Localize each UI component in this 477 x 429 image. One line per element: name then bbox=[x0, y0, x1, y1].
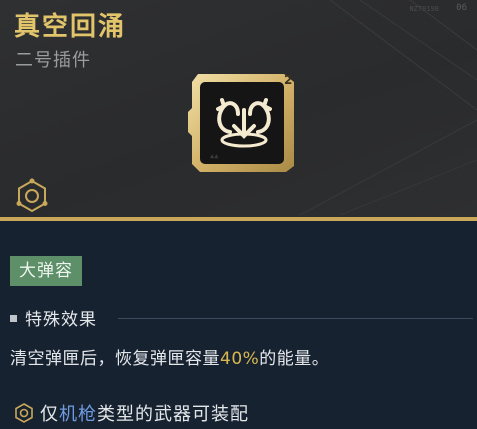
ammo-capacity-tag: 大弹容 bbox=[10, 256, 82, 286]
rank-badge: 2 bbox=[284, 73, 293, 87]
plugin-detail-card: NZT0198 06 真空回涌 二号插件 ▲▲ 2 大弹容 特殊效果 清空弹匣后… bbox=[0, 0, 477, 429]
weapon-type: 机枪 bbox=[59, 404, 97, 425]
header-number: 06 bbox=[456, 3, 467, 13]
restriction-prefix: 仅 bbox=[40, 404, 59, 425]
plugin-card-frame: ▲▲ bbox=[188, 74, 294, 172]
weapon-restriction-icon bbox=[15, 403, 33, 423]
plugin-header: NZT0198 06 真空回涌 二号插件 ▲▲ 2 bbox=[0, 0, 477, 220]
plugin-name: 真空回涌 bbox=[14, 12, 127, 42]
header-code: NZT0198 bbox=[409, 5, 439, 13]
svg-text:▲▲: ▲▲ bbox=[210, 152, 219, 160]
restriction-suffix: 类型的武器可装配 bbox=[97, 404, 249, 425]
plugin-info-panel: 大弹容 特殊效果 清空弹匣后，恢复弹匣容量40%的能量。 仅机枪类型的武器可装配 bbox=[0, 221, 477, 429]
effect-text-before: 清空弹匣后，恢复弹匣容量 bbox=[10, 349, 220, 369]
plugin-slot: 二号插件 bbox=[15, 50, 91, 71]
section-rule bbox=[118, 318, 473, 319]
plugin-type-hex-icon bbox=[16, 178, 48, 213]
weapon-restriction: 仅机枪类型的武器可装配 bbox=[40, 400, 249, 426]
section-bullet bbox=[10, 315, 17, 322]
effect-description: 清空弹匣后，恢复弹匣容量40%的能量。 bbox=[10, 344, 329, 369]
special-effect-title: 特殊效果 bbox=[25, 310, 97, 330]
effect-text-after: 的能量。 bbox=[259, 349, 330, 369]
effect-value: 40% bbox=[220, 349, 260, 369]
